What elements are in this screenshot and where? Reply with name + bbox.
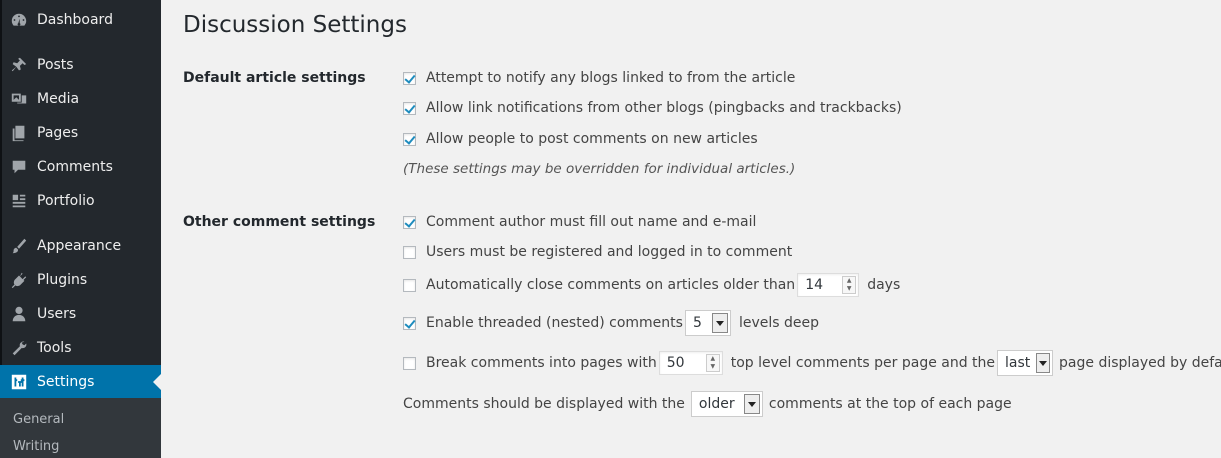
- paging-checkbox[interactable]: [403, 356, 416, 370]
- registered-only-label: Users must be registered and logged in t…: [426, 244, 793, 260]
- sidebar-item-pages[interactable]: Pages: [0, 116, 161, 150]
- sidebar-item-label: Pages: [37, 125, 79, 141]
- sidebar-item-label: Plugins: [37, 272, 88, 288]
- comments-per-page-value: 50: [666, 355, 685, 371]
- pages-icon: [10, 124, 28, 142]
- user-icon: [10, 305, 28, 323]
- pin-icon: [10, 56, 28, 74]
- portfolio-icon: [10, 192, 28, 210]
- other-comment-settings-label: Other comment settings: [183, 214, 376, 230]
- sidebar-item-label: Media: [37, 91, 80, 107]
- auto-close-days-value: 14: [805, 277, 824, 293]
- default-page-value: last: [1005, 355, 1031, 371]
- sidebar-item-media[interactable]: Media: [0, 82, 161, 116]
- pingbacks-option[interactable]: Allow link notifications from other blog…: [403, 96, 902, 120]
- sidebar-item-label: Appearance: [37, 238, 122, 254]
- submenu-item-general[interactable]: General: [13, 412, 64, 428]
- auto-close-checkbox[interactable]: [403, 278, 416, 292]
- chevron-down-icon: [743, 394, 760, 414]
- comment-icon: [10, 158, 28, 176]
- auto-close-days-suffix: days: [867, 277, 901, 293]
- settings-submenu: General Writing: [0, 398, 161, 458]
- sidebar-item-portfolio[interactable]: Portfolio: [0, 184, 161, 218]
- sidebar-item-label: Portfolio: [37, 193, 95, 209]
- auto-close-label: Automatically close comments on articles…: [426, 277, 796, 293]
- sidebar-item-label: Tools: [37, 340, 72, 356]
- thread-depth-value: 5: [692, 315, 702, 331]
- chevron-down-icon: [711, 313, 728, 333]
- paging-middle-label: top level comments per page and the: [730, 355, 996, 371]
- dashboard-icon: [10, 11, 28, 29]
- require-name-email-label: Comment author must fill out name and e-…: [426, 214, 757, 230]
- main-content: Discussion Settings Default article sett…: [183, 0, 1221, 458]
- default-article-settings-label: Default article settings: [183, 70, 366, 86]
- sidebar-item-label: Settings: [37, 374, 95, 390]
- auto-close-option[interactable]: Automatically close comments on articles…: [403, 273, 900, 297]
- thread-depth-suffix: levels deep: [738, 315, 819, 331]
- paging-label: Break comments into pages with: [426, 355, 657, 371]
- thread-depth-select[interactable]: 5: [684, 310, 731, 336]
- auto-close-days-input[interactable]: 14 ▲ ▼: [797, 273, 860, 297]
- sidebar-item-appearance[interactable]: Appearance: [0, 229, 161, 263]
- threaded-label: Enable threaded (nested) comments: [426, 315, 683, 331]
- sidebar-item-label: Posts: [37, 57, 74, 73]
- require-name-email-option[interactable]: Comment author must fill out name and e-…: [403, 210, 756, 234]
- wrench-icon: [10, 339, 28, 357]
- override-note: (These settings may be overridden for in…: [403, 161, 796, 177]
- default-page-select[interactable]: last: [997, 350, 1054, 376]
- sidebar-item-tools[interactable]: Tools: [0, 331, 161, 365]
- sidebar-item-settings[interactable]: Settings: [0, 365, 161, 399]
- sidebar-item-label: Users: [37, 306, 77, 322]
- sidebar-item-dashboard[interactable]: Dashboard: [0, 3, 161, 37]
- threaded-checkbox[interactable]: [403, 316, 416, 330]
- sidebar-item-comments[interactable]: Comments: [0, 150, 161, 184]
- registered-only-option[interactable]: Users must be registered and logged in t…: [403, 240, 792, 264]
- sidebar-item-posts[interactable]: Posts: [0, 48, 161, 82]
- page-title: Discussion Settings: [183, 12, 407, 38]
- pingbacks-checkbox[interactable]: [403, 101, 416, 115]
- paging-option[interactable]: Break comments into pages with 50 ▲ ▼ top…: [403, 350, 1221, 376]
- paging-suffix: page displayed by default: [1059, 355, 1221, 371]
- comment-order-value: older: [698, 396, 735, 412]
- sidebar-item-label: Comments: [37, 159, 113, 175]
- comment-order-row: Comments should be displayed with the ol…: [403, 391, 1012, 417]
- require-name-email-checkbox[interactable]: [403, 215, 416, 229]
- notify-blogs-label: Attempt to notify any blogs linked to fr…: [426, 70, 796, 86]
- comments-per-page-input[interactable]: 50 ▲ ▼: [658, 351, 723, 375]
- comment-order-select[interactable]: older: [690, 391, 763, 417]
- registered-only-checkbox[interactable]: [403, 245, 416, 259]
- brush-icon: [10, 237, 28, 255]
- allow-comments-option[interactable]: Allow people to post comments on new art…: [403, 127, 758, 151]
- spinner-icon[interactable]: ▲ ▼: [705, 354, 720, 372]
- sidebar-item-label: Dashboard: [37, 12, 113, 28]
- allow-comments-checkbox[interactable]: [403, 132, 416, 146]
- sidebar-item-plugins[interactable]: Plugins: [0, 263, 161, 297]
- media-icon: [10, 90, 28, 108]
- spinner-icon[interactable]: ▲ ▼: [842, 276, 857, 294]
- chevron-down-icon: [1036, 353, 1051, 373]
- comment-order-label: Comments should be displayed with the: [403, 396, 685, 412]
- notify-blogs-checkbox[interactable]: [403, 71, 416, 85]
- current-arrow: [153, 374, 161, 390]
- submenu-item-writing[interactable]: Writing: [13, 439, 59, 455]
- override-note-row: (These settings may be overridden for in…: [403, 157, 795, 181]
- notify-blogs-option[interactable]: Attempt to notify any blogs linked to fr…: [403, 66, 795, 90]
- comment-order-suffix: comments at the top of each page: [768, 396, 1012, 412]
- settings-icon: [10, 373, 28, 391]
- admin-sidebar: Dashboard Posts Media Pages Comments Por…: [0, 0, 161, 458]
- pingbacks-label: Allow link notifications from other blog…: [426, 100, 902, 116]
- sidebar-item-users[interactable]: Users: [0, 297, 161, 331]
- allow-comments-label: Allow people to post comments on new art…: [426, 131, 758, 147]
- threaded-option[interactable]: Enable threaded (nested) comments 5 leve…: [403, 310, 819, 336]
- plugin-icon: [10, 271, 28, 289]
